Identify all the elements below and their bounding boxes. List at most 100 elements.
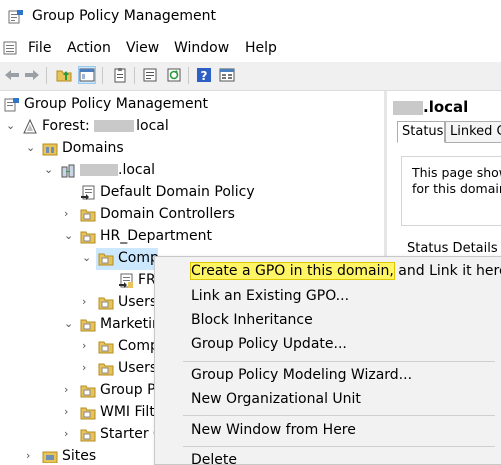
tree-label-domain: .local — [80, 162, 155, 178]
chevron-down-icon[interactable]: ⌄ — [26, 142, 36, 154]
details-title: .local — [393, 98, 468, 116]
tree-node-domain-controllers[interactable]: › Domain Controllers — [0, 204, 384, 226]
forward-arrow-icon[interactable] — [24, 67, 40, 83]
ou-folder-icon — [98, 297, 114, 310]
details-tabs: Status Linked G — [391, 121, 501, 143]
tree-label-sites: Sites — [62, 448, 97, 463]
tree-label-hr-users: Users — [118, 294, 158, 310]
tree-label-marketing-computers: Comp — [118, 338, 159, 354]
chevron-down-icon[interactable]: ⌄ — [64, 318, 74, 330]
chevron-right-icon[interactable]: › — [82, 340, 92, 352]
menu-item-group-policy-update[interactable]: Group Policy Update... — [191, 336, 347, 352]
gpm-root-icon — [4, 98, 19, 112]
menu-item-link-existing-gpo[interactable]: Link an Existing GPO... — [191, 288, 349, 304]
folder-icon — [80, 429, 96, 442]
back-arrow-icon[interactable] — [4, 67, 20, 83]
tree-label-wmi-filters: WMI Filt — [100, 404, 155, 420]
chevron-down-icon[interactable]: ⌄ — [82, 252, 92, 264]
gpm-app-icon — [8, 10, 23, 24]
tab-status[interactable]: Status — [397, 121, 445, 143]
tree-label-domains: Domains — [62, 140, 124, 156]
menu-item-modeling-wizard[interactable]: Group Policy Modeling Wizard... — [191, 367, 412, 383]
up-folder-icon[interactable] — [56, 67, 72, 83]
menu-action[interactable]: Action — [67, 40, 111, 56]
console-view-icon[interactable] — [219, 67, 235, 83]
menu-window[interactable]: Window — [174, 40, 229, 56]
tree-label-forest: Forest: local — [42, 118, 169, 134]
info-text-line: This page show — [412, 165, 501, 180]
menu-bar: File Action View Window Help — [0, 36, 501, 62]
menu-item-delete[interactable]: Delete — [191, 452, 237, 464]
ou-folder-icon — [98, 253, 114, 266]
tree-node-forest[interactable]: ⌄ Forest: local — [0, 116, 384, 138]
chevron-right-icon[interactable]: › — [64, 406, 74, 418]
title-bar: Group Policy Management — [0, 0, 501, 36]
menu-item-create-gpo-and-link[interactable]: Create a GPO in this domain, and Link it… — [190, 262, 501, 280]
tree-node-default-domain-policy[interactable]: Default Domain Policy — [0, 182, 384, 204]
chevron-down-icon[interactable]: ⌄ — [6, 120, 16, 132]
toolbar-separator — [46, 67, 47, 84]
menu-item-block-inheritance[interactable]: Block Inheritance — [191, 312, 313, 328]
sites-icon — [42, 451, 58, 463]
ou-folder-icon — [98, 341, 114, 354]
menu-item-new-ou[interactable]: New Organizational Unit — [191, 391, 361, 407]
ou-folder-icon — [80, 319, 96, 332]
tree-label-group-policy-objects: Group P — [100, 382, 156, 398]
info-text-line: for this domain — [412, 181, 501, 196]
chevron-right-icon[interactable]: › — [82, 296, 92, 308]
chevron-down-icon[interactable]: ⌄ — [44, 164, 54, 176]
tab-linked-gpos[interactable]: Linked G — [445, 121, 501, 143]
tree-label-hr-computers: Comp — [118, 250, 159, 266]
ou-folder-icon — [80, 209, 96, 222]
tree-node-hr-department[interactable]: ⌄ HR_Department — [0, 226, 384, 248]
properties-icon[interactable] — [142, 67, 158, 83]
tree-label-domain-controllers: Domain Controllers — [100, 206, 235, 222]
menu-file[interactable]: File — [28, 40, 51, 56]
system-menu-icon[interactable] — [3, 40, 19, 56]
ou-folder-icon — [98, 363, 114, 376]
context-menu: Create a GPO in this domain, and Link it… — [154, 256, 501, 465]
folder-icon — [80, 407, 96, 420]
gpo-link-icon — [81, 185, 95, 200]
tree-node-domains[interactable]: ⌄ Domains — [0, 138, 384, 160]
redacted-text — [94, 120, 135, 132]
tree-label-marketing: Marketin — [100, 316, 161, 332]
menu-item-new-window-from-here[interactable]: New Window from Here — [191, 422, 356, 438]
chevron-down-icon[interactable]: ⌄ — [64, 230, 74, 242]
ou-folder-icon — [80, 231, 96, 244]
toolbar-separator — [134, 67, 135, 84]
toolbar: ? — [0, 62, 501, 91]
redacted-text — [80, 164, 118, 176]
domain-icon — [61, 164, 75, 178]
show-hide-console-tree-icon[interactable] — [78, 66, 96, 84]
tree-node-domain[interactable]: ⌄ .local — [0, 160, 384, 182]
tree-label-marketing-users: Users — [118, 360, 158, 376]
window-title: Group Policy Management — [32, 8, 217, 24]
tree-label-default-domain-policy: Default Domain Policy — [100, 184, 255, 200]
folder-icon — [80, 385, 96, 398]
refresh-icon[interactable] — [166, 67, 182, 83]
chevron-right-icon[interactable]: › — [64, 384, 74, 396]
status-info-box: This page show for this domain — [401, 156, 501, 226]
help-icon[interactable]: ? — [196, 67, 212, 83]
menu-separator — [183, 415, 495, 416]
chevron-right-icon[interactable]: › — [82, 362, 92, 374]
chevron-right-icon[interactable]: › — [64, 428, 74, 440]
chevron-right-icon[interactable]: › — [26, 450, 36, 462]
redacted-text — [393, 100, 423, 115]
menu-separator — [183, 361, 495, 362]
svg-text:?: ? — [201, 69, 208, 83]
toolbar-separator — [188, 67, 189, 84]
menu-separator — [183, 446, 495, 447]
gpo-link-icon — [119, 273, 133, 288]
menu-help[interactable]: Help — [245, 40, 277, 56]
menu-view[interactable]: View — [126, 40, 159, 56]
clipboard-icon[interactable] — [112, 67, 128, 83]
highlighted-text: Create a GPO in this domain, — [190, 262, 395, 280]
toolbar-separator — [102, 67, 103, 84]
forest-icon — [23, 119, 37, 134]
tree-node-root[interactable]: Group Policy Management — [0, 94, 384, 116]
tree-label-hr-department: HR_Department — [100, 228, 212, 244]
domains-icon — [42, 143, 58, 156]
chevron-right-icon[interactable]: › — [64, 208, 74, 220]
